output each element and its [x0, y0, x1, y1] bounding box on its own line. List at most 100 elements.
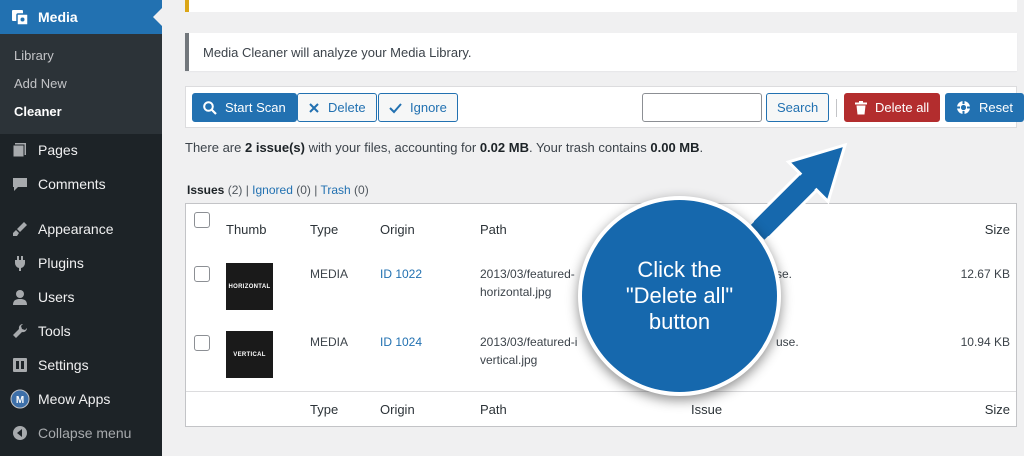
sidebar-item-appearance[interactable]: Appearance [0, 212, 162, 246]
search-button[interactable]: Search [766, 93, 830, 122]
sidebar-item-label: Meow Apps [38, 391, 111, 407]
footer-header-issue: Issue [691, 402, 723, 417]
active-menu-arrow [153, 8, 162, 26]
settings-icon [10, 355, 30, 375]
path-line: 2013/03/featured-i [480, 335, 578, 349]
path-cell: 2013/03/featured- horizontal.jpg [480, 265, 575, 301]
sidebar-item-label: Comments [38, 176, 106, 192]
sidebar-item-plugins[interactable]: Plugins [0, 246, 162, 280]
delete-button[interactable]: Delete [297, 93, 377, 122]
delete-all-label: Delete all [875, 100, 930, 115]
sidebar-item-label: Plugins [38, 255, 84, 271]
start-scan-label: Start Scan [225, 100, 286, 115]
summary-text: . Your trash contains [528, 140, 651, 155]
issues-summary: There are 2 issue(s) with your files, ac… [185, 140, 703, 155]
submenu-item-add-new[interactable]: Add New [14, 76, 67, 91]
path-line: horizontal.jpg [480, 285, 552, 299]
instruction-callout: Click the "Delete all" button [578, 196, 781, 396]
type-cell: MEDIA [310, 335, 349, 349]
collapse-menu-button[interactable]: Collapse menu [0, 416, 162, 450]
column-header-origin: Origin [380, 222, 415, 237]
type-cell: MEDIA [310, 267, 349, 281]
lifebuoy-icon [957, 101, 970, 114]
path-cell: 2013/03/featured-i vertical.jpg [480, 333, 577, 369]
table-footer-divider [186, 391, 1016, 392]
cleaner-toolbar: Start Scan Delete Ignore Search Delete a… [185, 86, 1024, 128]
collapse-icon [10, 423, 30, 443]
admin-sidebar: Media Library Add New Cleaner Pages Comm… [0, 0, 162, 456]
filter-ignored-count: (0) [296, 183, 311, 197]
tools-icon [10, 321, 30, 341]
comments-icon [10, 174, 30, 194]
summary-text: . [699, 140, 704, 155]
size-cell: 10.94 KB [960, 335, 1010, 349]
sidebar-item-label: Media [38, 9, 78, 25]
plugins-icon [10, 253, 30, 273]
sidebar-item-settings[interactable]: Settings [0, 348, 162, 382]
sidebar-item-meow-apps[interactable]: M Meow Apps [0, 382, 162, 416]
pages-icon [10, 140, 30, 160]
footer-header-path: Path [480, 402, 507, 417]
summary-text: with your files, accounting for [304, 140, 480, 155]
search-button-label: Search [777, 100, 819, 115]
column-header-type: Type [310, 222, 339, 237]
origin-link[interactable]: ID 1024 [380, 333, 422, 351]
sidebar-item-comments[interactable]: Comments [0, 167, 162, 201]
submenu-item-cleaner[interactable]: Cleaner [14, 104, 62, 119]
toolbar-divider [836, 99, 837, 117]
column-header-size: Size [984, 222, 1010, 237]
row-checkbox[interactable] [194, 335, 210, 351]
trash-size: 0.00 MB [650, 140, 700, 155]
sidebar-item-tools[interactable]: Tools [0, 314, 162, 348]
media-thumbnail: HORIZONTAL [226, 263, 273, 310]
sidebar-item-label: Tools [38, 323, 71, 339]
size-cell: 12.67 KB [960, 267, 1010, 281]
filter-ignored[interactable]: Ignored [252, 183, 293, 197]
column-header-thumb: Thumb [226, 222, 267, 237]
select-all-checkbox[interactable] [194, 212, 210, 228]
media-submenu: Library Add New Cleaner [0, 34, 162, 134]
sidebar-item-media[interactable]: Media [0, 0, 162, 34]
column-header-path: Path [480, 222, 507, 237]
notice-text: Media Cleaner will analyze your Media Li… [203, 44, 472, 60]
callout-text: "Delete all" [625, 283, 734, 308]
media-thumbnail: VERTICAL [226, 331, 273, 378]
appearance-icon [10, 219, 30, 239]
filter-trash-count: (0) [354, 183, 369, 197]
delete-all-button[interactable]: Delete all [844, 93, 941, 122]
thumbnail-text: VERTICAL [233, 351, 266, 358]
info-notice: Media Cleaner will analyze your Media Li… [185, 33, 1017, 71]
row-checkbox[interactable] [194, 266, 210, 282]
media-icon [10, 7, 30, 27]
start-scan-button[interactable]: Start Scan [192, 93, 297, 122]
filter-trash[interactable]: Trash [320, 183, 350, 197]
issues-size: 0.02 MB [479, 140, 529, 155]
thumbnail-text: HORIZONTAL [228, 283, 271, 290]
ignore-button[interactable]: Ignore [378, 93, 458, 122]
path-line: vertical.jpg [480, 353, 538, 367]
sidebar-item-label: Users [38, 289, 75, 305]
sidebar-item-label: Collapse menu [38, 425, 132, 441]
svg-text:M: M [16, 395, 24, 406]
footer-header-size: Size [984, 402, 1010, 417]
sidebar-item-pages[interactable]: Pages [0, 133, 162, 167]
footer-header-type: Type [310, 402, 339, 417]
meow-apps-icon: M [10, 389, 30, 409]
sidebar-item-label: Settings [38, 357, 89, 373]
origin-link[interactable]: ID 1022 [380, 265, 422, 283]
reset-button[interactable]: Reset [945, 93, 1024, 122]
summary-text: There are [185, 140, 245, 155]
submenu-item-library[interactable]: Library [14, 48, 54, 63]
path-line: 2013/03/featured- [480, 267, 575, 281]
users-icon [10, 287, 30, 307]
sidebar-item-users[interactable]: Users [0, 280, 162, 314]
trash-icon [855, 100, 867, 114]
issue-cell: use. [776, 335, 799, 349]
top-notice [185, 0, 1017, 12]
search-icon [203, 100, 217, 115]
close-icon [309, 102, 319, 113]
callout-text: Click the [637, 257, 722, 282]
reset-label: Reset [979, 100, 1013, 115]
search-input[interactable] [642, 93, 762, 122]
filter-issues[interactable]: Issues [187, 183, 224, 197]
